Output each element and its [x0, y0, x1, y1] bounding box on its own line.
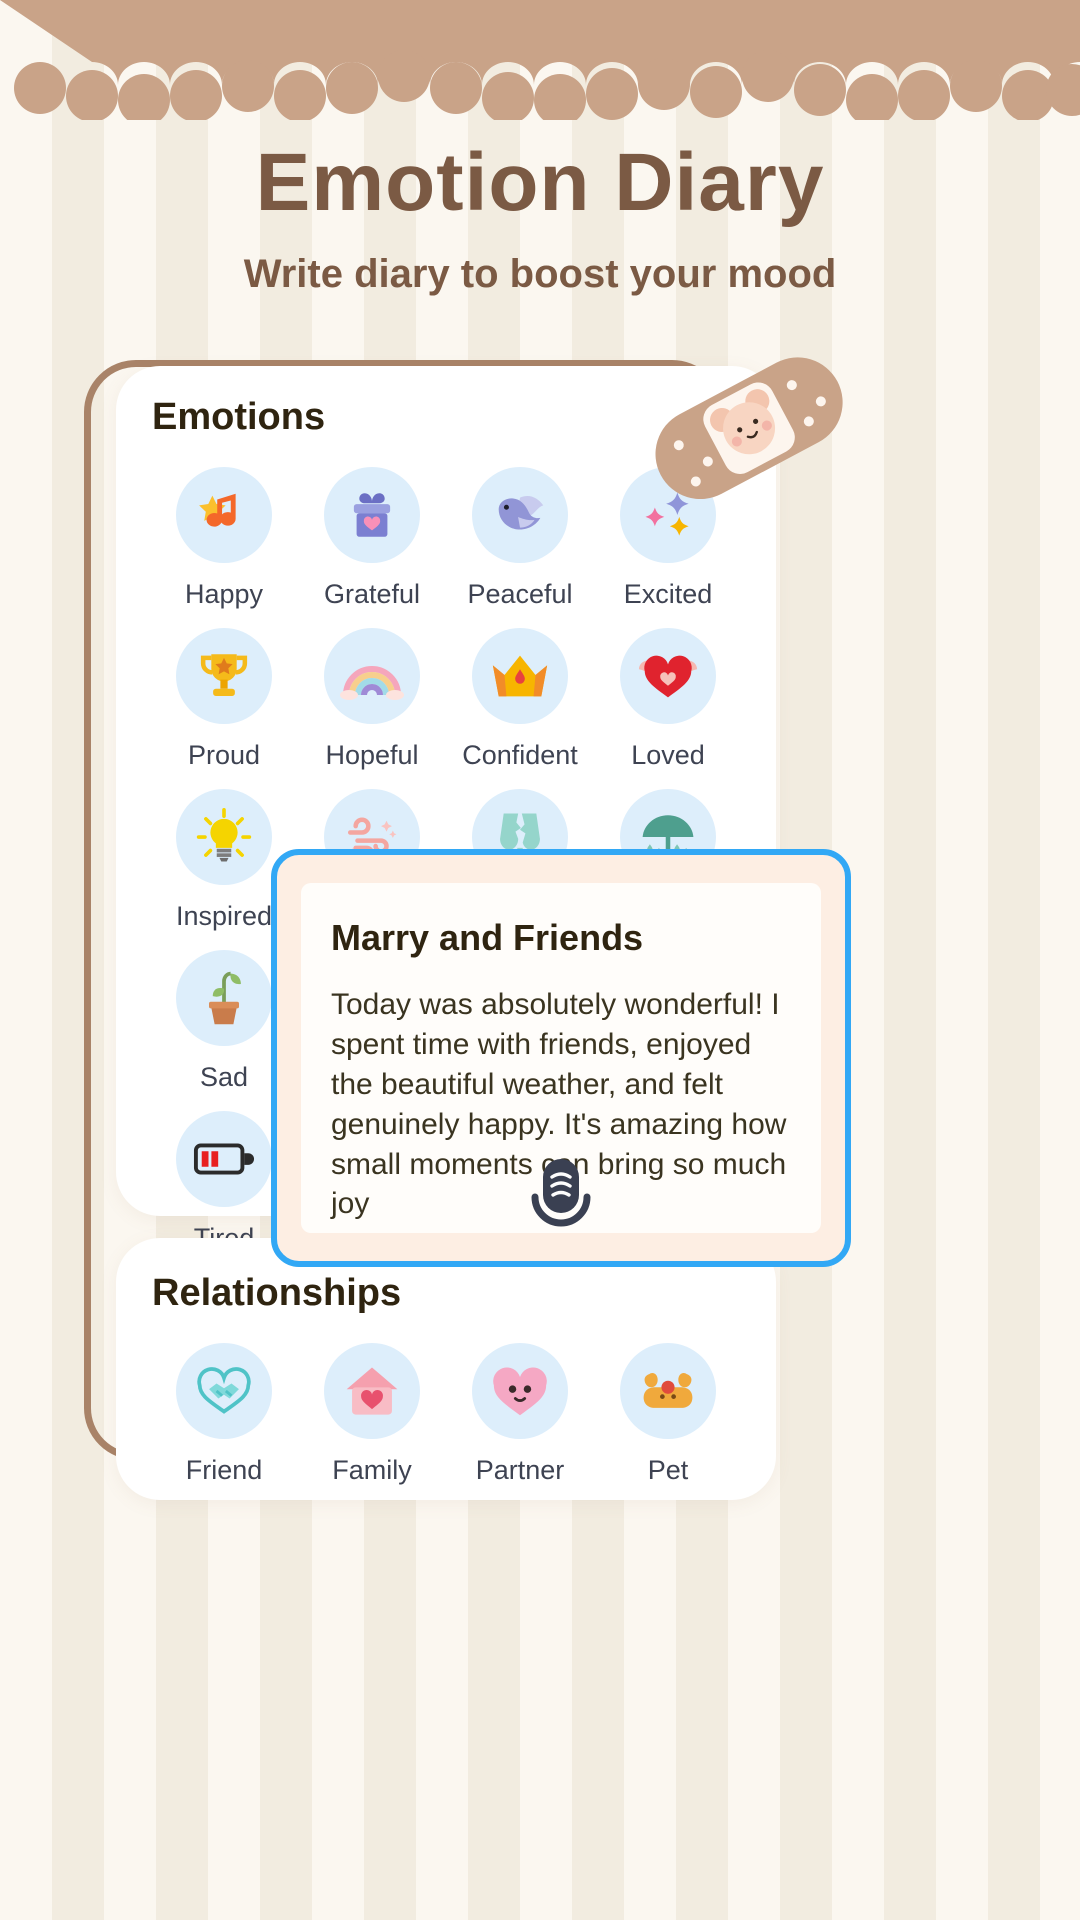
wilted-plant-icon: [176, 950, 272, 1046]
cloud-scallop-border: [0, 0, 1080, 120]
emotion-item-peaceful[interactable]: Peaceful: [446, 467, 594, 610]
star-music-note-icon: [176, 467, 272, 563]
relationship-label: Friend: [185, 1455, 263, 1485]
emotion-label: Happy: [184, 579, 264, 609]
emotion-label: Confident: [462, 740, 578, 770]
bandaid-bear-icon: [640, 338, 860, 523]
emotion-label: Excited: [623, 579, 713, 609]
couple-heart-icon: [472, 1343, 568, 1439]
crown-icon: [472, 628, 568, 724]
dove-icon: [472, 467, 568, 563]
diary-entry-modal[interactable]: Marry and Friends Today was absolutely w…: [271, 849, 851, 1267]
emotion-label: Loved: [631, 740, 705, 770]
microphone-icon[interactable]: [523, 1157, 599, 1239]
emotion-label: Inspired: [175, 901, 273, 931]
gift-box-heart-icon: [324, 467, 420, 563]
emotion-label: Peaceful: [467, 579, 573, 609]
emotion-label: Hopeful: [325, 740, 419, 770]
lightbulb-icon: [176, 789, 272, 885]
relationship-item-family[interactable]: Family: [298, 1343, 446, 1486]
winged-heart-icon: [620, 628, 716, 724]
relationship-item-partner[interactable]: Partner: [446, 1343, 594, 1486]
low-battery-icon: [176, 1111, 272, 1207]
page-header: Emotion Diary Write diary to boost your …: [0, 137, 1080, 297]
relationship-label: Family: [332, 1455, 412, 1485]
diary-entry-title: Marry and Friends: [331, 917, 644, 958]
emotion-item-grateful[interactable]: Grateful: [298, 467, 446, 610]
trophy-icon: [176, 628, 272, 724]
relationships-grid: Friend Family Partner Pet: [150, 1343, 742, 1486]
dog-icon: [620, 1343, 716, 1439]
diary-entry-content: Marry and Friends Today was absolutely w…: [301, 883, 821, 1233]
page-title: Emotion Diary: [255, 137, 825, 228]
relationship-item-friend[interactable]: Friend: [150, 1343, 298, 1486]
relationship-label: Pet: [647, 1455, 689, 1485]
emotion-item-happy[interactable]: Happy: [150, 467, 298, 610]
handshake-heart-icon: [176, 1343, 272, 1439]
emotion-label: Sad: [199, 1062, 249, 1092]
emotion-item-proud[interactable]: Proud: [150, 628, 298, 771]
house-heart-icon: [324, 1343, 420, 1439]
relationships-card: Relationships Friend Family Partner Pet: [116, 1238, 776, 1500]
page-subtitle: Write diary to boost your mood: [243, 252, 837, 297]
rainbow-icon: [324, 628, 420, 724]
relationship-label: Partner: [475, 1455, 565, 1485]
relationships-section-title: Relationships: [152, 1272, 402, 1314]
relationship-item-pet[interactable]: Pet: [594, 1343, 742, 1486]
emotion-item-loved[interactable]: Loved: [594, 628, 742, 771]
emotion-item-hopeful[interactable]: Hopeful: [298, 628, 446, 771]
emotion-label: Proud: [187, 740, 261, 770]
emotion-label: Grateful: [323, 579, 421, 609]
emotion-item-confident[interactable]: Confident: [446, 628, 594, 771]
